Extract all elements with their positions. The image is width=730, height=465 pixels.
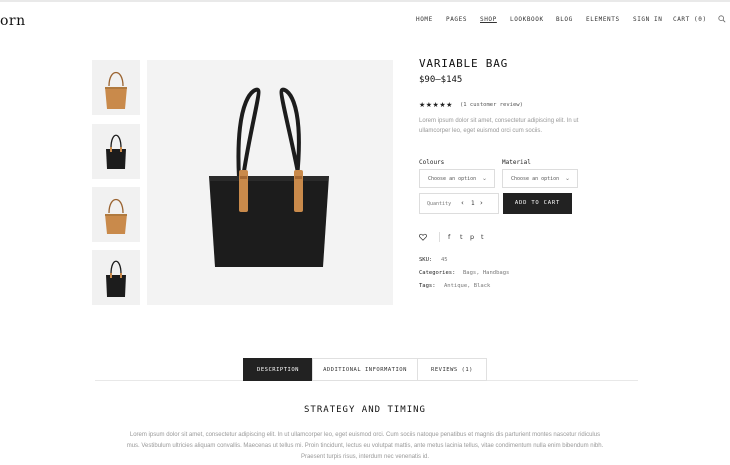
- nav-item-sign-in[interactable]: SIGN IN: [633, 16, 663, 23]
- add-to-cart-button[interactable]: ADD TO CART: [503, 193, 572, 214]
- quantity-input[interactable]: 1: [471, 200, 475, 207]
- bag-tan-image: [105, 198, 127, 234]
- nav-item-cart[interactable]: CART (0): [673, 16, 707, 23]
- thumbnail-black-bag-1[interactable]: [92, 124, 140, 179]
- categories-label: Categories:: [419, 270, 456, 276]
- thumbnail-tan-bag-1[interactable]: [92, 60, 140, 115]
- sku-label: SKU:: [419, 257, 433, 263]
- rating-stars: ★★★★★: [419, 101, 453, 109]
- colours-label: Colours: [419, 159, 445, 166]
- product-price: $90–$145: [419, 75, 463, 85]
- bag-black-image: [209, 87, 329, 267]
- quantity-decrease-button[interactable]: ‹: [461, 199, 464, 207]
- colours-select[interactable]: Choose an option ⌄: [419, 169, 495, 188]
- colours-select-value: Choose an option: [428, 176, 477, 182]
- categories-value[interactable]: Bags, Handbags: [463, 270, 509, 276]
- nav-item-elements[interactable]: ELEMENTS: [586, 16, 620, 23]
- quantity-label: Quantity: [427, 201, 452, 207]
- pinterest-icon[interactable]: p: [470, 233, 474, 241]
- product-short-description: Lorem ipsum dolor sit amet, consectetur …: [419, 118, 579, 134]
- material-select-value: Choose an option: [511, 176, 560, 182]
- chevron-down-icon: ⌄: [481, 175, 487, 182]
- twitter-icon[interactable]: t: [481, 233, 484, 241]
- sku-value: 45: [441, 257, 448, 263]
- bag-tan-image: [105, 71, 127, 109]
- tab-reviews[interactable]: REVIEWS (1): [417, 358, 487, 381]
- tags-value[interactable]: Antique, Black: [444, 283, 490, 289]
- main-product-image[interactable]: [147, 60, 393, 305]
- heart-icon[interactable]: [419, 233, 427, 241]
- material-select[interactable]: Choose an option ⌄: [502, 169, 578, 188]
- nav-item-home[interactable]: HOME: [416, 16, 433, 23]
- thumbnail-black-bag-2[interactable]: [92, 250, 140, 305]
- tab-additional-information[interactable]: ADDITIONAL INFORMATION: [312, 358, 418, 381]
- customer-review-link[interactable]: (1 customer review): [460, 102, 523, 108]
- quantity-increase-button[interactable]: ›: [480, 199, 483, 207]
- section-heading: STRATEGY AND TIMING: [304, 405, 426, 415]
- search-icon[interactable]: [718, 15, 726, 23]
- top-border: [0, 0, 730, 2]
- section-body-text: Lorem ipsum dolor sit amet, consectetur …: [126, 432, 604, 460]
- nav-item-pages[interactable]: PAGES: [446, 16, 467, 23]
- thumbnail-tan-bag-2[interactable]: [92, 187, 140, 242]
- chevron-down-icon: ⌄: [564, 175, 570, 182]
- product-title: VARIABLE BAG: [419, 57, 509, 70]
- nav-item-shop[interactable]: SHOP: [480, 16, 497, 23]
- main-nav: HOME PAGES SHOP LOOKBOOK BLOG ELEMENTS S…: [0, 15, 730, 28]
- facebook-icon[interactable]: f: [448, 233, 450, 241]
- tags-label: Tags:: [419, 283, 436, 289]
- tumblr-icon[interactable]: t: [460, 233, 463, 241]
- material-label: Material: [502, 159, 531, 166]
- tab-description[interactable]: DESCRIPTION: [243, 358, 313, 381]
- nav-item-blog[interactable]: BLOG: [556, 16, 573, 23]
- nav-item-lookbook[interactable]: LOOKBOOK: [510, 16, 544, 23]
- quantity-stepper: Quantity ‹ 1 ›: [419, 193, 499, 214]
- share-divider: [439, 232, 440, 242]
- bag-black-image: [106, 134, 126, 169]
- bag-black-image: [106, 260, 126, 297]
